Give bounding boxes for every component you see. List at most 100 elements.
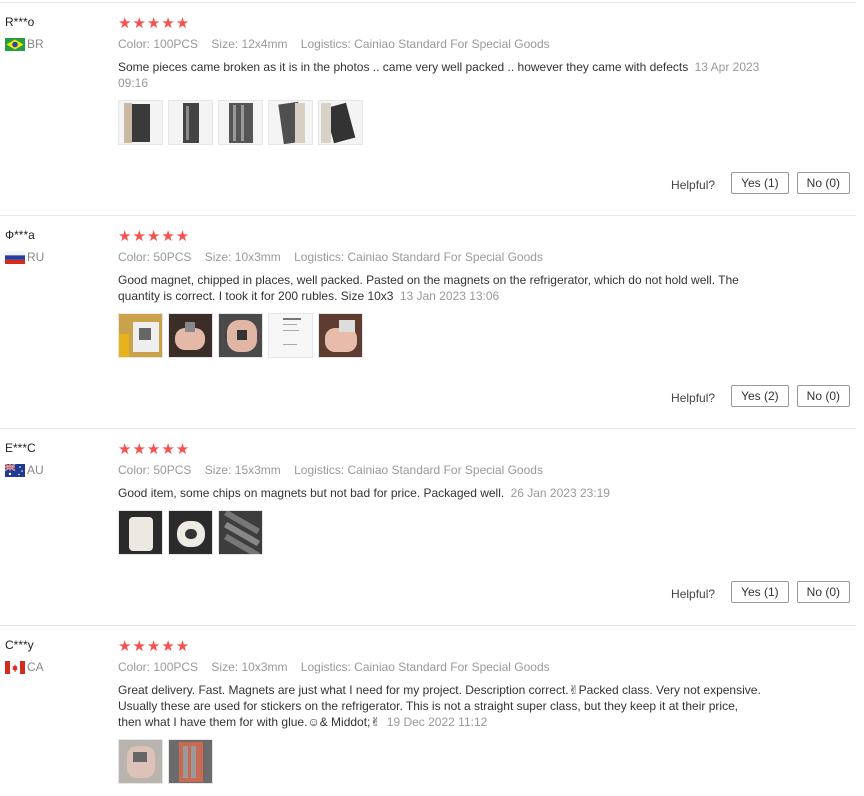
review-body: ★★★★★ Color: 100PCS Size: 12x4mm Logisti… xyxy=(118,15,778,145)
review-attributes: Color: 50PCS Size: 15x3mm Logistics: Cai… xyxy=(118,463,778,479)
reviewer-name: R***o xyxy=(5,15,35,29)
review-photo-thumbnail[interactable] xyxy=(118,510,163,555)
reviewer-info: E***C AU xyxy=(5,441,44,477)
review-photo-thumbnail[interactable] xyxy=(318,100,363,145)
helpful-label: Helpful? xyxy=(671,586,716,601)
helpful-yes-button[interactable]: Yes (2) xyxy=(731,385,789,407)
review-photos xyxy=(118,510,778,555)
review-item: E***C AU ★★★★★ Color: 50PCS Size: 15x3mm… xyxy=(0,428,856,625)
star-rating: ★★★★★ xyxy=(118,638,191,655)
review-photo-thumbnail[interactable] xyxy=(168,313,213,358)
review-date: 19 Dec 2022 11:12 xyxy=(386,715,488,729)
review-text: Some pieces came broken as it is in the … xyxy=(118,60,689,74)
review-date: 26 Jan 2023 23:19 xyxy=(510,486,610,500)
review-photo-thumbnail[interactable] xyxy=(118,100,163,145)
review-attributes: Color: 100PCS Size: 12x4mm Logistics: Ca… xyxy=(118,37,778,53)
logistics-label: Logistics: xyxy=(294,463,345,477)
logistics-value: Cainiao Standard For Special Goods xyxy=(347,250,543,264)
reviewer-info: Ф***а RU xyxy=(5,228,44,264)
review-body: ★★★★★ Color: 50PCS Size: 15x3mm Logistic… xyxy=(118,441,778,555)
color-label: Color: xyxy=(118,250,151,264)
logistics-value: Cainiao Standard For Special Goods xyxy=(354,660,550,674)
helpful-vote: Helpful? Yes (2) No (0) xyxy=(671,385,850,407)
size-value: 12x4mm xyxy=(241,37,288,51)
flag-br-icon xyxy=(5,37,25,51)
size-value: 10x3mm xyxy=(234,250,281,264)
helpful-label: Helpful? xyxy=(671,177,716,192)
helpful-no-button[interactable]: No (0) xyxy=(796,385,850,407)
star-rating: ★★★★★ xyxy=(118,441,191,458)
reviewer-name: Ф***а xyxy=(5,228,35,242)
logistics-label: Logistics: xyxy=(300,660,351,674)
country-code: RU xyxy=(27,250,45,264)
review-attributes: Color: 50PCS Size: 10x3mm Logistics: Cai… xyxy=(118,250,778,266)
size-label: Size: xyxy=(211,660,239,674)
review-photo-thumbnail[interactable] xyxy=(118,739,163,784)
review-date: 13 Jan 2023 13:06 xyxy=(399,289,500,303)
review-photo-thumbnail[interactable] xyxy=(168,100,213,145)
logistics-value: Cainiao Standard For Special Goods xyxy=(354,37,550,51)
flag-au-icon xyxy=(5,463,25,477)
review-photos xyxy=(118,100,778,145)
review-photo-thumbnail[interactable] xyxy=(218,100,263,145)
size-label: Size: xyxy=(204,250,232,264)
helpful-no-button[interactable]: No (0) xyxy=(796,172,850,194)
review-list: R***o BR ★★★★★ Color: 100PCS Size: 12x4m… xyxy=(0,0,864,796)
reviewer-info: R***o BR xyxy=(5,15,44,51)
reviewer-name: E***C xyxy=(5,441,36,455)
star-rating: ★★★★★ xyxy=(118,15,191,32)
reviewer-name: C***y xyxy=(5,638,34,652)
review-item: R***o BR ★★★★★ Color: 100PCS Size: 12x4m… xyxy=(0,2,856,215)
review-text-block: Good item, some chips on magnets but not… xyxy=(118,485,763,501)
helpful-yes-button[interactable]: Yes (1) xyxy=(731,172,789,194)
review-text-block: Some pieces came broken as it is in the … xyxy=(118,59,763,91)
review-body: ★★★★★ Color: 100PCS Size: 10x3mm Logisti… xyxy=(118,638,778,784)
review-photo-thumbnail[interactable] xyxy=(168,739,213,784)
review-text-block: Good magnet, chipped in places, well pac… xyxy=(118,272,763,304)
review-photo-thumbnail[interactable] xyxy=(218,313,263,358)
review-attributes: Color: 100PCS Size: 10x3mm Logistics: Ca… xyxy=(118,660,778,676)
review-text-block: Great delivery. Fast. Magnets are just w… xyxy=(118,682,763,730)
size-label: Size: xyxy=(211,37,239,51)
color-label: Color: xyxy=(118,37,151,51)
logistics-label: Logistics: xyxy=(300,37,351,51)
review-item: Ф***а RU ★★★★★ Color: 50PCS Size: 10x3mm… xyxy=(0,215,856,428)
size-value: 15x3mm xyxy=(234,463,281,477)
size-value: 10x3mm xyxy=(241,660,288,674)
helpful-yes-button[interactable]: Yes (1) xyxy=(731,581,789,603)
flag-ca-icon xyxy=(5,660,25,674)
review-item: C***y CA ★★★★★ Color: 100PCS Size: 10x3m… xyxy=(0,625,856,796)
color-value: 50PCS xyxy=(153,250,192,264)
review-photo-thumbnail[interactable] xyxy=(118,313,163,358)
country-code: CA xyxy=(27,660,44,674)
country-code: AU xyxy=(27,463,44,477)
review-text: Good item, some chips on magnets but not… xyxy=(118,486,505,500)
review-body: ★★★★★ Color: 50PCS Size: 10x3mm Logistic… xyxy=(118,228,778,358)
review-photo-thumbnail[interactable] xyxy=(268,100,313,145)
review-photos xyxy=(118,313,778,358)
review-photo-thumbnail[interactable] xyxy=(268,313,313,358)
helpful-vote: Helpful? Yes (1) No (0) xyxy=(671,172,850,194)
reviewer-country: AU xyxy=(5,463,44,477)
reviewer-country: RU xyxy=(5,250,44,264)
country-code: BR xyxy=(27,37,44,51)
review-photos xyxy=(118,739,778,784)
helpful-vote: Helpful? Yes (1) No (0) xyxy=(671,581,850,603)
helpful-no-button[interactable]: No (0) xyxy=(796,581,850,603)
color-value: 50PCS xyxy=(153,463,192,477)
logistics-value: Cainiao Standard For Special Goods xyxy=(347,463,543,477)
helpful-label: Helpful? xyxy=(671,390,716,405)
review-photo-thumbnail[interactable] xyxy=(218,510,263,555)
reviewer-country: BR xyxy=(5,37,44,51)
review-photo-thumbnail[interactable] xyxy=(168,510,213,555)
star-rating: ★★★★★ xyxy=(118,228,191,245)
flag-ru-icon xyxy=(5,250,25,264)
reviewer-info: C***y CA xyxy=(5,638,44,674)
logistics-label: Logistics: xyxy=(294,250,345,264)
color-label: Color: xyxy=(118,660,151,674)
color-value: 100PCS xyxy=(153,660,199,674)
size-label: Size: xyxy=(204,463,232,477)
review-photo-thumbnail[interactable] xyxy=(318,313,363,358)
color-label: Color: xyxy=(118,463,151,477)
color-value: 100PCS xyxy=(153,37,199,51)
